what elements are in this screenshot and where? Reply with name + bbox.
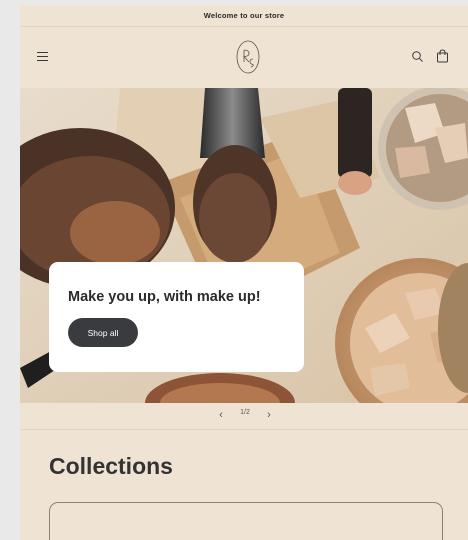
brand-logo[interactable] (236, 40, 260, 74)
announcement-text: Welcome to our store (203, 11, 285, 20)
collection-card[interactable] (49, 502, 443, 540)
collections-heading: Collections (49, 453, 173, 479)
hero-content-card: Make you up, with make up! Shop all (49, 262, 304, 372)
slide-counter: 1/2 (240, 409, 250, 416)
site-header (20, 26, 468, 88)
hamburger-menu-icon[interactable] (37, 51, 49, 62)
store-page: Welcome to our store Make you up, with m… (20, 5, 468, 540)
chevron-left-icon[interactable]: ‹ (214, 408, 228, 422)
shop-all-button[interactable]: Shop all (68, 318, 138, 347)
shopping-bag-icon[interactable] (436, 49, 449, 63)
hero-slideshow: Make you up, with make up! Shop all (20, 88, 468, 403)
chevron-right-icon[interactable]: › (262, 408, 276, 422)
hero-heading: Make you up, with make up! (68, 289, 261, 305)
slideshow-controls: ‹ 1/2 › (20, 403, 468, 430)
announcement-bar: Welcome to our store (20, 5, 468, 27)
search-icon[interactable] (411, 50, 424, 63)
